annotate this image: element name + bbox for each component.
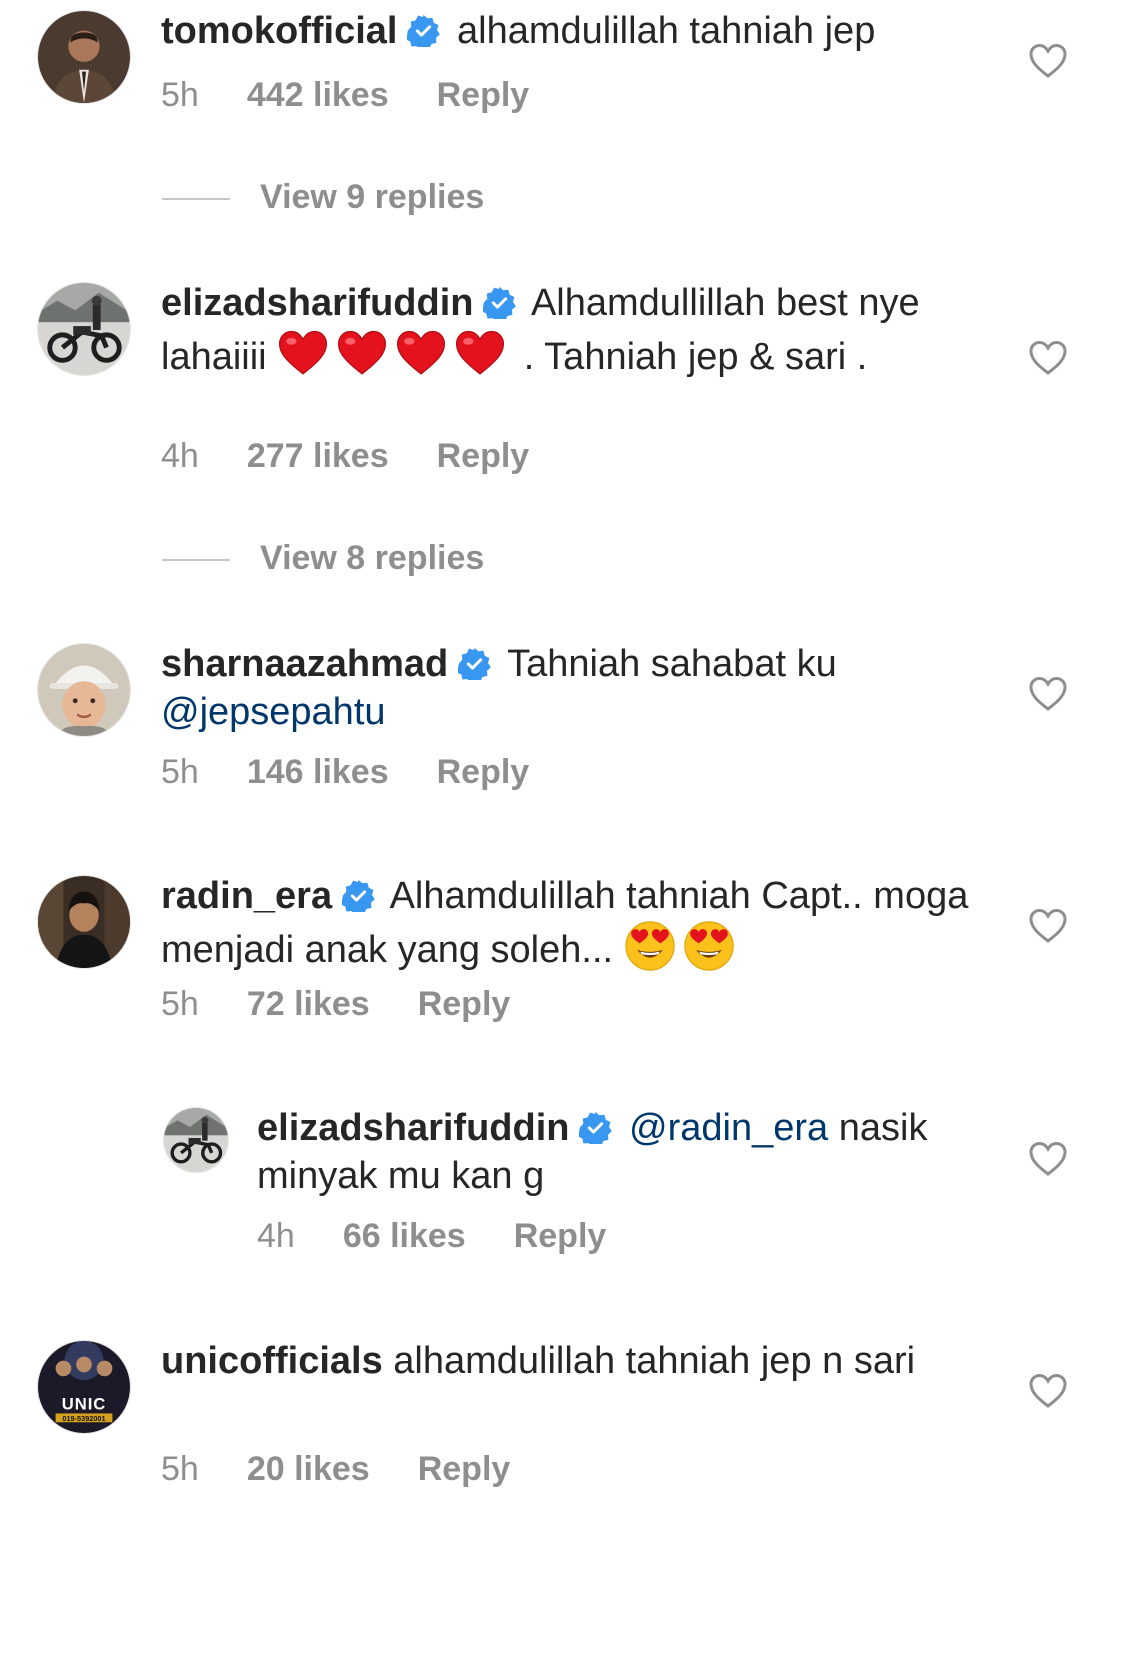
- timestamp: 5h: [161, 985, 199, 1023]
- comment-body-continued: . Tahniah jep & sari .: [523, 336, 868, 378]
- comment-body: alhamdulillah tahniah jep n sari: [393, 1340, 916, 1382]
- likes-count[interactable]: 20 likes: [247, 1450, 370, 1488]
- like-heart-icon[interactable]: [1028, 1141, 1068, 1177]
- likes-count[interactable]: 146 likes: [247, 753, 389, 791]
- username[interactable]: sharnaazahmad: [161, 643, 448, 685]
- timestamp: 4h: [161, 437, 199, 475]
- username[interactable]: tomokofficial: [161, 10, 397, 52]
- view-replies-button[interactable]: View 8 replies: [162, 538, 484, 578]
- comment-body: Tahniah sahabat ku: [507, 643, 837, 685]
- timestamp: 5h: [161, 1450, 199, 1488]
- verified-badge-icon: [579, 1111, 613, 1144]
- reply-button[interactable]: Reply: [418, 1450, 511, 1488]
- like-heart-icon[interactable]: [1028, 676, 1068, 712]
- view-replies-label[interactable]: View 9 replies: [260, 178, 484, 216]
- comment-text: unicofficials alhamdulillah tahniah jep …: [161, 1337, 971, 1385]
- username[interactable]: unicofficials: [161, 1340, 383, 1382]
- comment-text: radin_era Alhamdulillah tahniah Capt.. m…: [161, 872, 971, 974]
- timestamp: 5h: [161, 753, 199, 791]
- comment-text: elizadsharifuddin Alhamdullillah best ny…: [161, 279, 971, 381]
- red-heart-emoji-icon: [454, 327, 506, 379]
- comment-text: sharnaazahmad Tahniah sahabat ku @jepsep…: [161, 640, 971, 736]
- comment-body: alhamdulillah tahniah jep: [457, 10, 876, 52]
- reply-button[interactable]: Reply: [437, 76, 530, 114]
- avatar[interactable]: [37, 643, 131, 737]
- reply-button[interactable]: Reply: [418, 985, 511, 1023]
- mention-link[interactable]: @jepsepahtu: [161, 691, 386, 733]
- verified-badge-icon: [483, 286, 517, 319]
- view-replies-button[interactable]: View 9 replies: [162, 177, 484, 217]
- timestamp: 5h: [161, 76, 199, 114]
- heart-eyes-emoji-icon: [683, 920, 735, 972]
- like-heart-icon[interactable]: [1028, 908, 1068, 944]
- likes-count[interactable]: 442 likes: [247, 76, 389, 114]
- red-heart-emoji-icon: [336, 327, 388, 379]
- likes-count[interactable]: 277 likes: [247, 437, 389, 475]
- comment-meta: 4h 66 likes Reply: [257, 1216, 654, 1256]
- like-heart-icon[interactable]: [1028, 340, 1068, 376]
- verified-badge-icon: [407, 14, 441, 47]
- reply-button[interactable]: Reply: [437, 437, 530, 475]
- red-heart-emoji-icon: [277, 327, 329, 379]
- username[interactable]: radin_era: [161, 875, 332, 917]
- like-heart-icon[interactable]: [1028, 1373, 1068, 1409]
- avatar[interactable]: [37, 10, 131, 104]
- timestamp: 4h: [257, 1217, 295, 1255]
- comment-meta: 5h 146 likes Reply: [161, 752, 577, 792]
- red-heart-emoji-icon: [395, 327, 447, 379]
- avatar-logo-text: UNIC: [62, 1395, 107, 1414]
- comment-meta: 4h 277 likes Reply: [161, 436, 577, 476]
- comment-meta: 5h 442 likes Reply: [161, 75, 577, 115]
- avatar[interactable]: UNIC 019-5392001: [37, 1340, 131, 1434]
- comment-meta: 5h 72 likes Reply: [161, 984, 558, 1024]
- view-replies-label[interactable]: View 8 replies: [260, 539, 484, 577]
- reply-button[interactable]: Reply: [437, 753, 530, 791]
- mention-link[interactable]: @radin_era: [629, 1107, 828, 1149]
- divider-line: [162, 198, 230, 201]
- comment-text: elizadsharifuddin @radin_era nasik minya…: [257, 1104, 977, 1200]
- comment-text: tomokofficial alhamdulillah tahniah jep: [161, 7, 971, 55]
- username[interactable]: elizadsharifuddin: [161, 282, 473, 324]
- avatar[interactable]: [163, 1107, 229, 1173]
- avatar[interactable]: [37, 875, 131, 969]
- comment-meta: 5h 20 likes Reply: [161, 1449, 558, 1489]
- verified-badge-icon: [342, 879, 375, 912]
- verified-badge-icon: [458, 647, 492, 680]
- like-heart-icon[interactable]: [1028, 43, 1068, 79]
- likes-count[interactable]: 66 likes: [343, 1217, 466, 1255]
- likes-count[interactable]: 72 likes: [247, 985, 370, 1023]
- username[interactable]: elizadsharifuddin: [257, 1107, 569, 1149]
- avatar[interactable]: [37, 282, 131, 376]
- reply-button[interactable]: Reply: [514, 1217, 607, 1255]
- divider-line: [162, 559, 230, 562]
- avatar-phone-text: 019-5392001: [62, 1414, 105, 1423]
- heart-eyes-emoji-icon: [624, 920, 676, 972]
